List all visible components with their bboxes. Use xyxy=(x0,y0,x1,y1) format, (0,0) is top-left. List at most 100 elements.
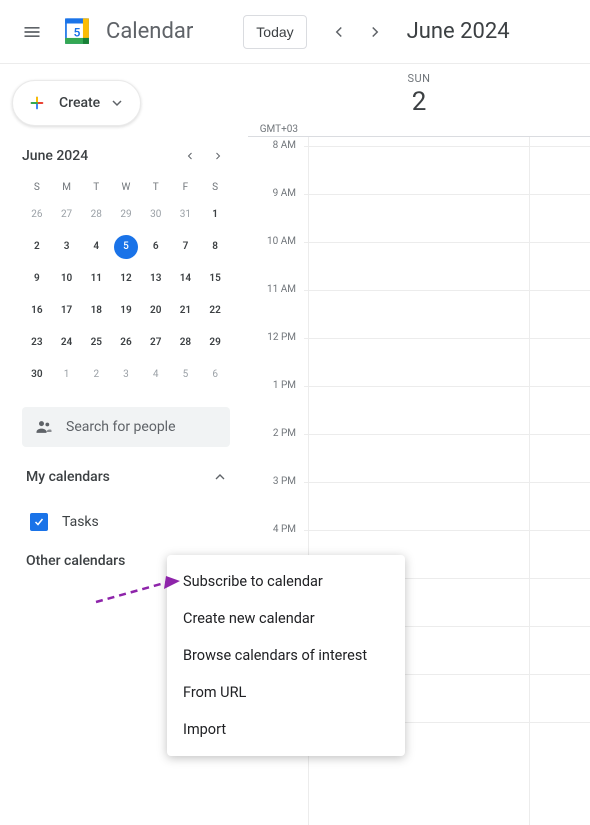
mini-day[interactable]: 2 xyxy=(25,235,49,259)
mini-day[interactable]: 5 xyxy=(173,363,197,387)
mini-day[interactable]: 31 xyxy=(173,203,197,227)
svg-text:5: 5 xyxy=(74,25,81,39)
mini-dow: M xyxy=(52,178,82,197)
mini-calendar-title: June 2024 xyxy=(22,148,88,164)
mini-dow: S xyxy=(200,178,230,197)
hour-row[interactable]: 8 AM xyxy=(248,146,590,194)
day-number: 2 xyxy=(248,87,590,117)
app-logo: 5 Calendar xyxy=(56,15,193,49)
hour-label: 9 AM xyxy=(248,188,304,199)
mini-day[interactable]: 26 xyxy=(25,203,49,227)
hour-label: 12 PM xyxy=(248,332,304,343)
mini-day[interactable]: 10 xyxy=(55,267,79,291)
mini-day[interactable]: 13 xyxy=(144,267,168,291)
mini-day[interactable]: 18 xyxy=(84,299,108,323)
mini-day[interactable]: 29 xyxy=(114,203,138,227)
checkbox-checked-icon[interactable] xyxy=(30,513,48,531)
menu-item[interactable]: Subscribe to calendar xyxy=(167,563,405,600)
mini-day[interactable]: 1 xyxy=(55,363,79,387)
mini-day[interactable]: 28 xyxy=(173,331,197,355)
hour-label: 8 AM xyxy=(248,140,304,151)
hour-row[interactable]: 11 AM xyxy=(248,290,590,338)
menu-item[interactable]: Browse calendars of interest xyxy=(167,637,405,674)
other-calendars-label: Other calendars xyxy=(26,553,125,569)
mini-day[interactable]: 15 xyxy=(203,267,227,291)
my-calendars-label: My calendars xyxy=(26,469,110,485)
chevron-left-icon xyxy=(330,23,348,41)
mini-day[interactable]: 28 xyxy=(84,203,108,227)
mini-day[interactable]: 19 xyxy=(114,299,138,323)
mini-day[interactable]: 6 xyxy=(144,235,168,259)
menu-item[interactable]: Create new calendar xyxy=(167,600,405,637)
timezone-label: GMT+03 xyxy=(248,124,304,135)
mini-day[interactable]: 23 xyxy=(25,331,49,355)
search-placeholder: Search for people xyxy=(66,419,176,435)
hour-row[interactable]: 3 PM xyxy=(248,482,590,530)
hour-row[interactable]: 12 PM xyxy=(248,338,590,386)
hour-row[interactable]: 2 PM xyxy=(248,434,590,482)
hour-label: 2 PM xyxy=(248,428,304,439)
mini-day[interactable]: 16 xyxy=(25,299,49,323)
my-calendars-toggle[interactable]: My calendars xyxy=(8,447,248,491)
search-people-input[interactable]: Search for people xyxy=(22,407,230,447)
mini-day[interactable]: 21 xyxy=(173,299,197,323)
mini-next-button[interactable] xyxy=(206,144,230,168)
people-icon xyxy=(34,417,54,437)
mini-day[interactable]: 3 xyxy=(114,363,138,387)
mini-day[interactable]: 11 xyxy=(84,267,108,291)
main-menu-button[interactable] xyxy=(8,8,56,56)
mini-dow: S xyxy=(22,178,52,197)
chevron-right-icon xyxy=(366,23,384,41)
other-calendars-menu: Subscribe to calendarCreate new calendar… xyxy=(167,555,405,756)
mini-day[interactable]: 30 xyxy=(25,363,49,387)
hamburger-icon xyxy=(22,22,42,42)
mini-prev-button[interactable] xyxy=(178,144,202,168)
mini-day[interactable]: 17 xyxy=(55,299,79,323)
create-button[interactable]: Create xyxy=(12,80,141,126)
mini-day[interactable]: 26 xyxy=(114,331,138,355)
mini-day[interactable]: 4 xyxy=(84,235,108,259)
day-of-week: SUN xyxy=(248,72,590,85)
mini-day[interactable]: 22 xyxy=(203,299,227,323)
today-button[interactable]: Today xyxy=(243,15,306,49)
mini-day[interactable]: 9 xyxy=(25,267,49,291)
current-date-range: June 2024 xyxy=(407,19,510,44)
mini-day[interactable]: 27 xyxy=(55,203,79,227)
mini-day[interactable]: 3 xyxy=(55,235,79,259)
mini-day[interactable]: 4 xyxy=(144,363,168,387)
hour-row[interactable]: 1 PM xyxy=(248,386,590,434)
mini-dow: F xyxy=(171,178,201,197)
mini-day[interactable]: 7 xyxy=(173,235,197,259)
mini-day[interactable]: 8 xyxy=(203,235,227,259)
mini-day[interactable]: 27 xyxy=(144,331,168,355)
mini-day[interactable]: 1 xyxy=(203,203,227,227)
menu-item[interactable]: From URL xyxy=(167,674,405,711)
calendar-item-tasks[interactable]: Tasks xyxy=(8,507,248,537)
plus-icon xyxy=(25,91,49,115)
mini-dow: W xyxy=(111,178,141,197)
hour-row[interactable]: 9 AM xyxy=(248,194,590,242)
calendar-item-label: Tasks xyxy=(62,514,99,530)
menu-item[interactable]: Import xyxy=(167,711,405,748)
mini-day[interactable]: 20 xyxy=(144,299,168,323)
mini-day[interactable]: 12 xyxy=(114,267,138,291)
mini-day[interactable]: 6 xyxy=(203,363,227,387)
mini-day[interactable]: 14 xyxy=(173,267,197,291)
next-period-button[interactable] xyxy=(359,16,391,48)
calendar-logo-icon: 5 xyxy=(60,15,94,49)
hour-row[interactable]: 10 AM xyxy=(248,242,590,290)
mini-day[interactable]: 29 xyxy=(203,331,227,355)
mini-calendar-grid: SMTWTFS262728293031123456789101112131415… xyxy=(22,178,230,389)
date-nav xyxy=(323,16,391,48)
mini-day[interactable]: 5 xyxy=(114,235,138,259)
mini-day[interactable]: 30 xyxy=(144,203,168,227)
app-title: Calendar xyxy=(106,19,193,44)
prev-period-button[interactable] xyxy=(323,16,355,48)
hour-label: 4 PM xyxy=(248,524,304,535)
mini-day[interactable]: 24 xyxy=(55,331,79,355)
mini-day[interactable]: 25 xyxy=(84,331,108,355)
mini-day[interactable]: 2 xyxy=(84,363,108,387)
chevron-up-icon xyxy=(212,469,228,485)
app-header: 5 Calendar Today June 2024 xyxy=(0,0,590,64)
mini-calendar: June 2024 SMTWTFS26272829303112345678910… xyxy=(8,144,248,389)
